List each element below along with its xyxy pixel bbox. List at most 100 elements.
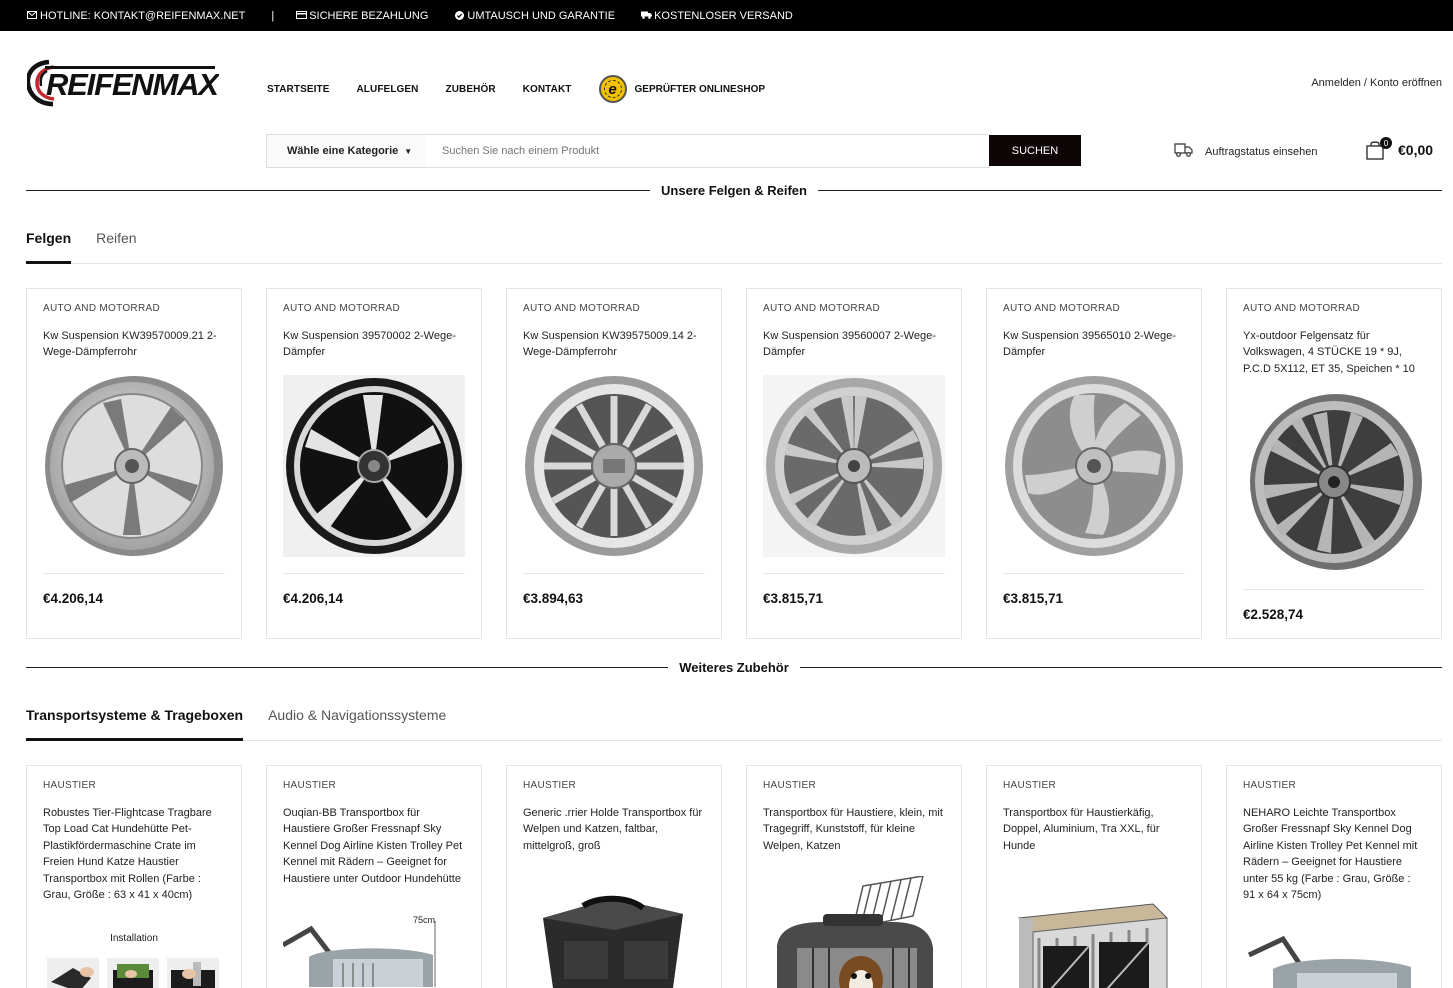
product-card[interactable]: HAUSTIER Generic .rrier Holde Transportb… [506, 765, 722, 988]
product-card[interactable]: HAUSTIER Robustes Tier-Flightcase Tragba… [26, 765, 242, 988]
reifenmax-logo[interactable]: REIFENMAX [25, 58, 222, 108]
image-caption: 75cm [412, 915, 435, 926]
check-circle-icon [454, 11, 464, 20]
product-category: AUTO AND MOTORRAD [1243, 303, 1360, 314]
category-select-label: Wähle eine Kategorie [287, 145, 399, 157]
rim-image[interactable] [43, 375, 225, 557]
section-divider-zubehoer: Weiteres Zubehör [26, 657, 1442, 677]
nav-startseite[interactable]: STARTSEITE [267, 84, 329, 95]
category-select[interactable]: Wähle eine Kategorie ▼ [266, 134, 426, 168]
product-category: AUTO AND MOTORRAD [283, 303, 400, 314]
credit-card-icon [296, 11, 308, 20]
tab-transportsysteme[interactable]: Transportsysteme & Trageboxen [26, 703, 244, 741]
product-title[interactable]: Kw Suspension 39570002 2-Wege-Dämpfer [283, 328, 465, 361]
section-title-zubehoer: Weiteres Zubehör [679, 659, 789, 675]
trusted-shop-label: GEPRÜFTER ONLINESHOP [634, 83, 766, 95]
product-card[interactable]: AUTO AND MOTORRAD Kw Suspension 39565010… [986, 288, 1202, 640]
envelope-icon [27, 11, 37, 20]
order-status-label: Auftragstatus einsehen [1205, 145, 1318, 158]
nav-kontakt[interactable]: KONTAKT [523, 84, 572, 95]
product-title[interactable]: Generic .rrier Holde Transportbox für We… [523, 805, 705, 854]
product-image[interactable] [1003, 898, 1185, 988]
rim-image[interactable] [283, 374, 465, 557]
felgen-product-list: AUTO AND MOTORRAD Kw Suspension KW395700… [26, 288, 1442, 640]
product-image[interactable]: 75cm [283, 907, 465, 988]
cart-button[interactable]: 0 €0,00 [1366, 137, 1434, 160]
secure-payment-item: SICHERE BEZAHLUNG [296, 10, 428, 22]
product-card[interactable]: HAUSTIER Transportbox für Haustierkäfig,… [986, 765, 1202, 988]
logo-text: REIFENMAX [46, 67, 219, 102]
product-category: AUTO AND MOTORRAD [763, 303, 880, 314]
felgen-tabs: Felgen Reifen [26, 226, 1442, 264]
truck-icon [641, 11, 653, 20]
product-price: €3.815,71 [1003, 590, 1064, 606]
product-image[interactable] [763, 876, 945, 988]
rim-image[interactable] [763, 374, 945, 557]
trusted-shop-badge-icon: e [598, 75, 627, 103]
product-category: HAUSTIER [1003, 780, 1056, 791]
search-button[interactable]: SUCHEN [989, 135, 1081, 166]
shopping-bag-icon: 0 [1366, 137, 1392, 160]
product-title[interactable]: NEHARO Leichte Transportbox Großer Fress… [1243, 805, 1425, 903]
product-title[interactable]: Kw Suspension 39560007 2-Wege-Dämpfer [763, 328, 945, 361]
nav-zubehoer[interactable]: ZUBEHÖR [446, 84, 496, 95]
cart-count-badge: 0 [1380, 137, 1392, 149]
secure-payment-text: SICHERE BEZAHLUNG [309, 9, 429, 22]
product-category: AUTO AND MOTORRAD [1003, 303, 1120, 314]
zubehoer-product-list: HAUSTIER Robustes Tier-Flightcase Tragba… [26, 765, 1442, 988]
product-image[interactable]: Installation [43, 933, 225, 988]
exchange-text: UMTAUSCH UND GARANTIE [467, 9, 616, 22]
product-card[interactable]: HAUSTIER NEHARO Leichte Transportbox Gro… [1226, 765, 1442, 988]
shipping-item: KOSTENLOSER VERSAND [641, 10, 793, 22]
tab-felgen[interactable]: Felgen [26, 226, 72, 264]
product-title[interactable]: Ouqian-BB Transportbox für Haustiere Gro… [283, 805, 465, 887]
topbar-separator: | [271, 9, 275, 22]
product-title[interactable]: Transportbox für Haustiere, klein, mit T… [763, 805, 945, 854]
product-category: HAUSTIER [283, 780, 336, 791]
product-card[interactable]: HAUSTIER Transportbox für Haustiere, kle… [746, 765, 962, 988]
zubehoer-tabs: Transportsysteme & Trageboxen Audio & Na… [26, 703, 1442, 741]
product-price: €3.894,63 [523, 590, 584, 606]
product-category: HAUSTIER [763, 780, 816, 791]
rim-image[interactable] [1243, 391, 1425, 573]
rim-image[interactable] [1003, 375, 1185, 557]
section-title-felgen: Unsere Felgen & Reifen [661, 182, 807, 198]
product-card[interactable]: AUTO AND MOTORRAD Kw Suspension 39560007… [746, 288, 962, 640]
trusted-shop-link[interactable]: e GEPRÜFTER ONLINESHOP [598, 75, 766, 103]
search-input[interactable] [425, 134, 990, 168]
product-title[interactable]: Kw Suspension 39565010 2-Wege-Dämpfer [1003, 328, 1185, 361]
order-status-link[interactable]: Auftragstatus einsehen [1174, 142, 1318, 161]
product-card[interactable]: HAUSTIER Ouqian-BB Transportbox für Haus… [266, 765, 482, 988]
hotline-text: HOTLINE: KONTAKT@REIFENMAX.NET [40, 9, 246, 22]
delivery-truck-icon [1174, 142, 1193, 161]
nav-alufelgen[interactable]: ALUFELGEN [356, 84, 418, 95]
product-category: AUTO AND MOTORRAD [523, 303, 640, 314]
cart-total: €0,00 [1398, 142, 1434, 158]
product-title[interactable]: Yx-outdoor Felgensatz für Volkswagen, 4 … [1243, 328, 1425, 377]
image-caption: Installation [110, 933, 158, 945]
product-price: €2.528,74 [1243, 607, 1304, 623]
product-category: HAUSTIER [523, 780, 576, 791]
hotline-item[interactable]: HOTLINE: KONTAKT@REIFENMAX.NET [27, 10, 245, 22]
product-title[interactable]: Robustes Tier-Flightcase Tragbare Top Lo… [43, 805, 225, 903]
product-price: €3.815,71 [763, 590, 824, 606]
top-bar: HOTLINE: KONTAKT@REIFENMAX.NET | SICHERE… [0, 0, 1453, 31]
product-price: €4.206,14 [43, 590, 104, 606]
tab-audio-navigation[interactable]: Audio & Navigationssysteme [268, 703, 446, 741]
product-image[interactable] [1243, 933, 1425, 988]
rim-image[interactable] [523, 375, 705, 557]
product-title[interactable]: Transportbox für Haustierkäfig, Doppel, … [1003, 805, 1185, 854]
product-category: HAUSTIER [1243, 780, 1296, 791]
section-divider-felgen: Unsere Felgen & Reifen [26, 180, 1442, 200]
product-card[interactable]: AUTO AND MOTORRAD Kw Suspension 39570002… [266, 288, 482, 640]
product-card[interactable]: AUTO AND MOTORRAD Kw Suspension KW395700… [26, 288, 242, 640]
tab-reifen[interactable]: Reifen [96, 226, 136, 264]
account-link[interactable]: Anmelden / Konto eröffnen [1311, 77, 1442, 89]
product-card[interactable]: AUTO AND MOTORRAD Kw Suspension KW395750… [506, 288, 722, 640]
product-title[interactable]: Kw Suspension KW39575009.14 2-Wege-Dämpf… [523, 328, 705, 361]
product-title[interactable]: Kw Suspension KW39570009.21 2-Wege-Dämpf… [43, 328, 225, 361]
main-nav: STARTSEITE ALUFELGEN ZUBEHÖR KONTAKT e G… [267, 75, 765, 103]
exchange-item: UMTAUSCH UND GARANTIE [454, 10, 615, 22]
product-card[interactable]: AUTO AND MOTORRAD Yx-outdoor Felgensatz … [1226, 288, 1442, 640]
product-image[interactable] [523, 878, 705, 988]
